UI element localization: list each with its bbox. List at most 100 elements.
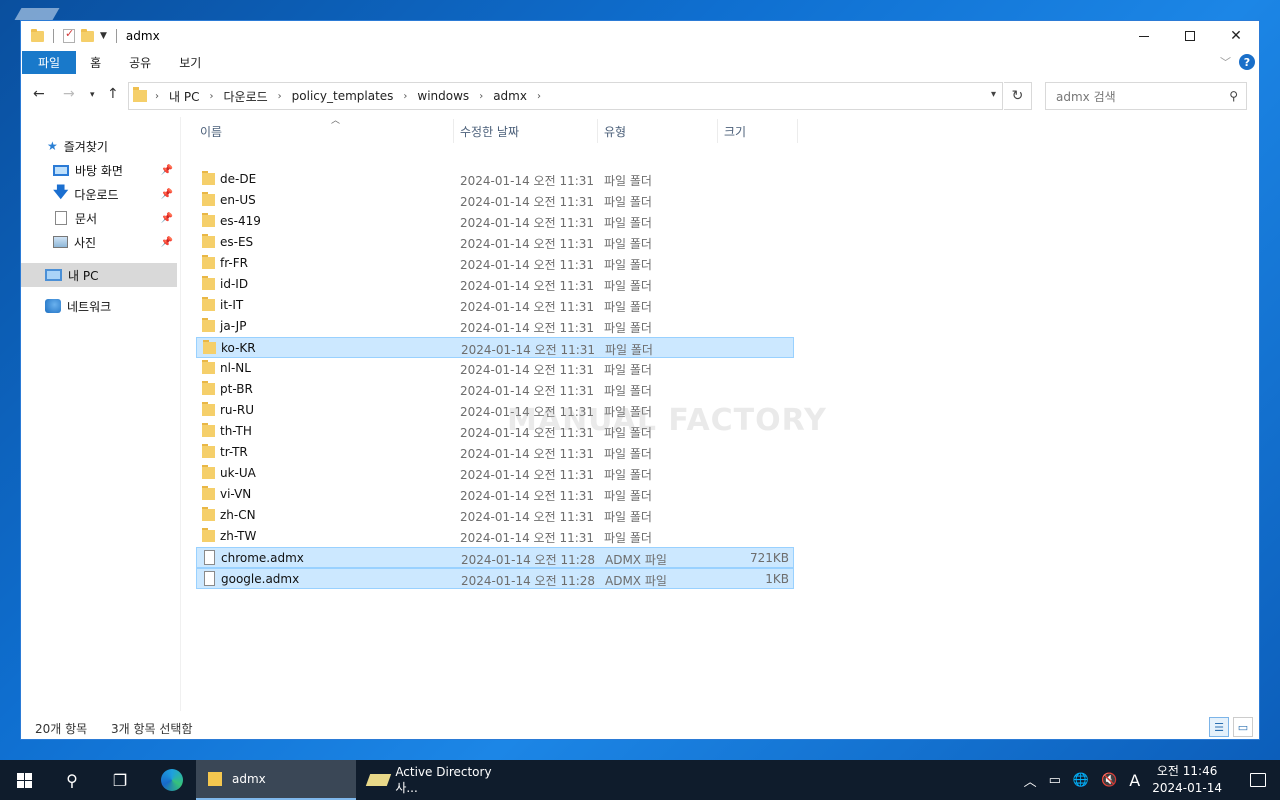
table-row[interactable]: it-IT 2024-01-14 오전 11:31 파일 폴더 <box>196 295 794 316</box>
minimize-button[interactable] <box>1121 21 1167 51</box>
sidebar-item-pictures[interactable]: 사진 📌 <box>53 230 177 254</box>
sort-ascending-icon: ︿ <box>331 116 341 126</box>
column-header-date[interactable]: 수정한 날짜 <box>454 119 598 143</box>
column-header-type[interactable]: 유형 <box>598 119 718 143</box>
breadcrumb-windows[interactable]: windows <box>417 89 469 103</box>
file-name: th-TH <box>220 424 252 438</box>
chevron-right-icon[interactable]: › <box>479 91 483 102</box>
recent-locations-icon[interactable]: ▾ <box>90 90 95 100</box>
tab-share[interactable]: 공유 <box>115 51 165 74</box>
table-row[interactable]: zh-CN 2024-01-14 오전 11:31 파일 폴더 <box>196 505 794 526</box>
chevron-up-icon[interactable]: ︿ <box>1024 771 1037 790</box>
pin-icon[interactable]: 📌 <box>161 237 173 248</box>
desktop-recycle-icon[interactable] <box>14 8 60 20</box>
tab-view[interactable]: 보기 <box>165 51 215 74</box>
details-view-button[interactable]: ☰ <box>1209 717 1229 737</box>
sidebar-item-desktop[interactable]: 바탕 화면 📌 <box>53 158 177 182</box>
table-row[interactable]: en-US 2024-01-14 오전 11:31 파일 폴더 <box>196 190 794 211</box>
search-input[interactable]: admx 검색 ⚲ <box>1045 82 1247 110</box>
tab-file[interactable]: 파일 <box>22 51 77 74</box>
notification-icon[interactable] <box>1250 773 1266 787</box>
forward-arrow-icon[interactable]: → <box>63 86 75 102</box>
sidebar-item-this-pc[interactable]: 내 PC <box>21 263 177 287</box>
back-arrow-icon[interactable]: ← <box>33 86 45 102</box>
table-row[interactable]: pt-BR 2024-01-14 오전 11:31 파일 폴더 <box>196 379 794 400</box>
file-name: chrome.admx <box>221 551 304 565</box>
expand-ribbon-icon[interactable]: ﹀ <box>1220 54 1231 70</box>
task-view-button[interactable]: ❐ <box>96 760 144 800</box>
chevron-right-icon[interactable]: › <box>403 91 407 102</box>
pin-icon[interactable]: 📌 <box>161 189 173 200</box>
sidebar-item-network[interactable]: 네트워크 <box>45 294 177 318</box>
sidebar-item-label: 내 PC <box>68 268 99 283</box>
close-button[interactable]: ✕ <box>1213 21 1259 51</box>
taskbar-app-explorer[interactable]: admx <box>196 760 356 800</box>
close-icon: ✕ <box>1230 28 1242 44</box>
title-bar: ▼ admx ✕ <box>21 21 1259 51</box>
file-name: zh-CN <box>220 508 256 522</box>
folder-icon <box>202 507 215 521</box>
star-icon: ★ <box>47 139 58 153</box>
chevron-right-icon[interactable]: › <box>209 91 213 102</box>
sidebar-item-documents[interactable]: 문서 📌 <box>55 206 177 230</box>
tab-home[interactable]: 홈 <box>76 51 115 74</box>
refresh-button[interactable]: ↻ <box>1004 82 1032 110</box>
sidebar-item-downloads[interactable]: 🡇 다운로드 📌 <box>53 182 177 206</box>
maximize-button[interactable] <box>1167 21 1213 51</box>
search-button[interactable]: ⚲ <box>48 760 96 800</box>
pin-icon[interactable]: 📌 <box>161 213 173 224</box>
chevron-right-icon[interactable]: › <box>537 91 541 102</box>
ime-indicator[interactable]: A <box>1129 771 1140 790</box>
taskbar: ⚲ ❐ admx Active Directory 사... ︿ ▭ 🌐 🔇 A… <box>0 760 1280 800</box>
column-header-size[interactable]: 크기 <box>718 119 798 143</box>
up-arrow-icon[interactable]: ↑ <box>107 86 119 102</box>
file-size: 721KB <box>749 551 789 565</box>
column-header-name[interactable]: ︿ 이름 <box>194 116 454 143</box>
file-name: en-US <box>220 193 256 207</box>
network-globe-icon[interactable]: 🌐 <box>1073 773 1089 788</box>
table-row[interactable]: fr-FR 2024-01-14 오전 11:31 파일 폴더 <box>196 253 794 274</box>
file-date: 2024-01-14 오전 11:31 <box>460 384 595 398</box>
breadcrumb-admx[interactable]: admx <box>493 89 527 103</box>
edge-button[interactable] <box>148 760 196 800</box>
table-row[interactable]: uk-UA 2024-01-14 오전 11:31 파일 폴더 <box>196 463 794 484</box>
clock-time: 오전 11:46 <box>1156 764 1218 778</box>
help-icon[interactable]: ? <box>1239 54 1255 70</box>
table-row[interactable]: tr-TR 2024-01-14 오전 11:31 파일 폴더 <box>196 442 794 463</box>
table-row[interactable]: id-ID 2024-01-14 오전 11:31 파일 폴더 <box>196 274 794 295</box>
table-row[interactable]: chrome.admx 2024-01-14 오전 11:28 ADMX 파일 721… <box>196 547 794 568</box>
clock[interactable]: 오전 11:46 2024-01-14 <box>1152 763 1222 797</box>
file-date: 2024-01-14 오전 11:31 <box>460 300 595 314</box>
properties-icon[interactable] <box>63 27 75 43</box>
table-row[interactable]: zh-TW 2024-01-14 오전 11:31 파일 폴더 <box>196 526 794 547</box>
chevron-right-icon[interactable]: › <box>278 91 282 102</box>
chevron-right-icon[interactable]: › <box>155 91 159 102</box>
file-type: ADMX 파일 <box>605 574 667 588</box>
table-row[interactable]: ja-JP 2024-01-14 오전 11:31 파일 폴더 <box>196 316 794 337</box>
breadcrumb-this-pc[interactable]: 내 PC <box>169 88 199 105</box>
table-row[interactable]: de-DE 2024-01-14 오전 11:31 파일 폴더 <box>196 169 794 190</box>
battery-icon[interactable]: ▭ <box>1049 773 1061 788</box>
start-button[interactable] <box>0 760 48 800</box>
new-folder-icon[interactable] <box>81 28 94 42</box>
breadcrumb-downloads[interactable]: 다운로드 <box>223 88 267 105</box>
file-date: 2024-01-14 오전 11:31 <box>460 279 595 293</box>
pin-icon[interactable]: 📌 <box>161 165 173 176</box>
sidebar-item-quick-access[interactable]: ★ 즐겨찾기 <box>47 134 177 158</box>
table-row[interactable]: es-ES 2024-01-14 오전 11:31 파일 폴더 <box>196 232 794 253</box>
table-row[interactable]: es-419 2024-01-14 오전 11:31 파일 폴더 <box>196 211 794 232</box>
breadcrumb-policy-templates[interactable]: policy_templates <box>292 89 394 103</box>
customize-toolbar-icon[interactable]: ▼ <box>100 31 107 41</box>
table-row[interactable]: nl-NL 2024-01-14 오전 11:31 파일 폴더 <box>196 358 794 379</box>
address-bar[interactable]: › 내 PC › 다운로드 › policy_templates › windo… <box>128 82 1003 110</box>
chevron-down-icon[interactable]: ▾ <box>991 89 996 100</box>
table-row[interactable]: google.admx 2024-01-14 오전 11:28 ADMX 파일 1KB <box>196 568 794 589</box>
table-row[interactable]: ko-KR 2024-01-14 오전 11:31 파일 폴더 <box>196 337 794 358</box>
table-row[interactable]: vi-VN 2024-01-14 오전 11:31 파일 폴더 <box>196 484 794 505</box>
volume-muted-icon[interactable]: 🔇 <box>1101 773 1117 788</box>
file-icon <box>204 550 215 565</box>
large-icons-view-button[interactable]: ▭ <box>1233 717 1253 737</box>
taskbar-app-active-directory[interactable]: Active Directory 사... <box>356 760 514 800</box>
column-header-label: 이름 <box>200 124 223 139</box>
file-name: it-IT <box>220 298 244 312</box>
